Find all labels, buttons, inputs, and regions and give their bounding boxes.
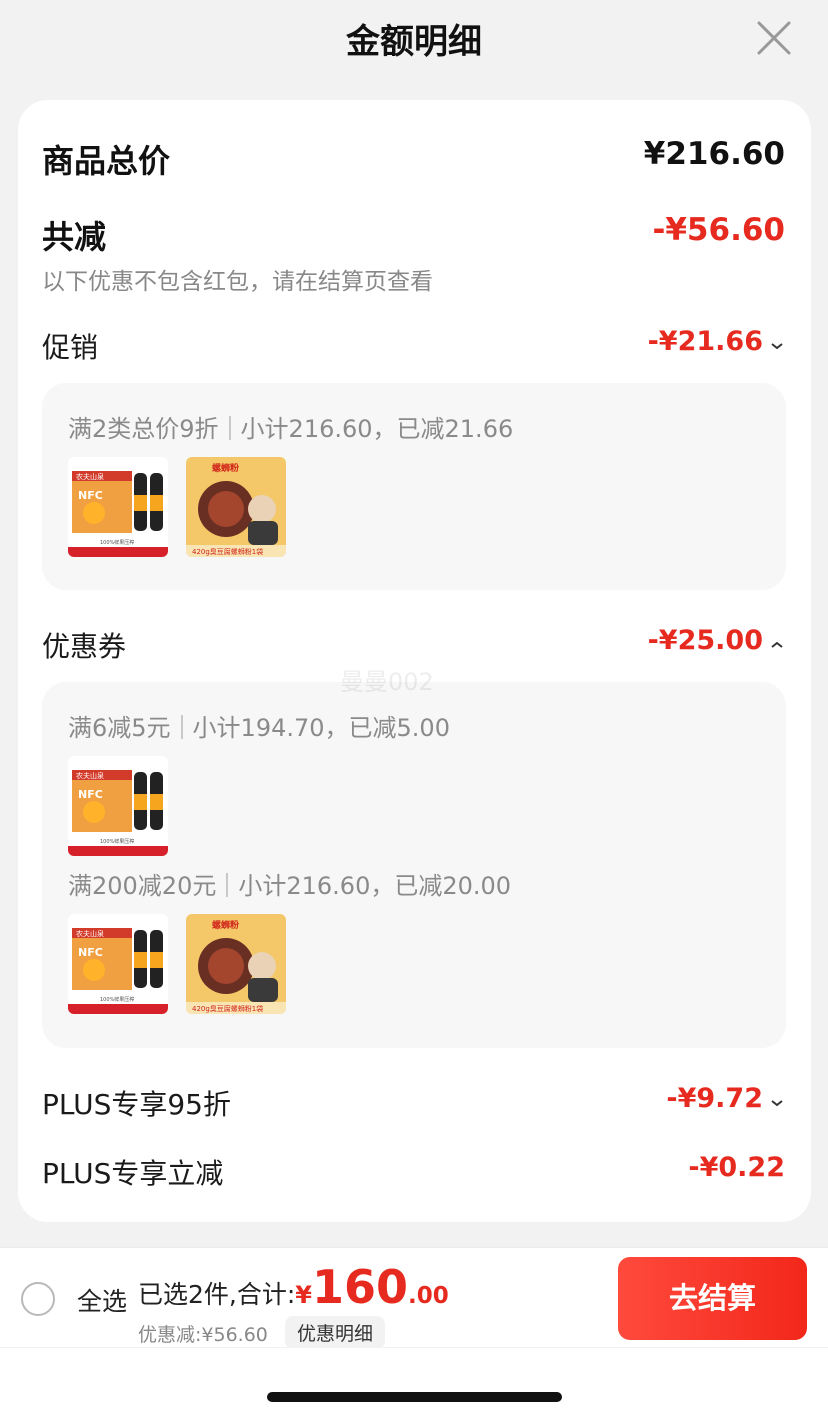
chevron-down-icon[interactable] [769,338,785,354]
chevron-down-icon[interactable] [769,1095,785,1111]
chevron-up-icon[interactable] [769,637,785,653]
coupon-row[interactable]: 优惠券 -¥25.00 [42,625,785,665]
amount-detail-card: 商品总价 ¥216.60 共减 -¥56.60 以下优惠不包含红包，请在结算页查… [18,100,811,1222]
discount-detail-button[interactable]: 优惠明细 [285,1316,386,1349]
juice-caption-text: 100%鲜果压榨 [100,996,134,1003]
select-all-radio[interactable] [21,1282,55,1316]
juice-badge-text: NFC [78,489,103,502]
sheet-title: 金额明细 [346,22,482,62]
discount-text: 优惠减:¥56.60 [138,1324,268,1346]
reduce-note: 以下优惠不包含红包，请在结算页查看 [42,269,433,295]
noodles-headline-text: 螺蛳粉 [212,462,239,474]
rule-name: 满2类总价9折 [68,415,219,443]
noodles-headline-text: 螺蛳粉 [212,919,239,931]
noodles-caption-text: 420g臭豆腐螺蛳粉1袋 [192,1004,263,1013]
goods-total-row: 商品总价 ¥216.60 [42,136,785,180]
juice-brand-text: 农夫山泉 [76,472,104,481]
coupon-rule-1: 满6减5元 小计194.70，已减5.00 [68,708,450,743]
close-icon[interactable] [752,16,796,60]
coupon-rule-2: 满200减20元 小计216.60，已减20.00 [68,866,511,901]
promotion-label: 促销 [42,331,99,364]
plus-95-value: -¥9.72 [666,1083,763,1114]
promotion-detail-box: 满2类总价9折 小计216.60，已减21.66 农夫山泉 NFC 100%鲜果压… [42,383,786,590]
nfc-orange-juice-box-image: 农夫山泉 NFC 100%鲜果压榨 [68,914,168,1014]
goods-total-label: 商品总价 [42,142,171,180]
total-summary: 已选2件,合计:¥160.00 [138,1260,449,1314]
juice-badge-text: NFC [78,788,103,801]
total-reduce-value: -¥56.60 [652,212,786,248]
total-reduce-row: 共减 -¥56.60 [42,212,786,256]
nfc-orange-juice-box-image: 农夫山泉 NFC 100%鲜果压榨 [68,457,168,557]
plus-reduce-label: PLUS专享立减 [42,1157,224,1190]
juice-caption-text: 100%鲜果压榨 [100,838,134,845]
rule-name: 满200减20元 [68,872,217,900]
coupon-detail-box: 满6减5元 小计194.70，已减5.00 农夫山泉 NFC 100%鲜果压榨 满… [42,682,786,1048]
snail-noodles-pack-image: 螺蛳粉 420g臭豆腐螺蛳粉1袋 [186,914,286,1014]
close-button[interactable] [752,16,796,60]
product-thumb-juice[interactable]: 农夫山泉 NFC 100%鲜果压榨 [68,914,168,1014]
rule-name: 满6减5元 [68,714,171,742]
product-thumb-juice[interactable]: 农夫山泉 NFC 100%鲜果压榨 [68,756,168,856]
coupon-label: 优惠券 [42,630,127,663]
total-decimal: .00 [408,1283,449,1309]
juice-badge-text: NFC [78,946,103,959]
plus-95-row[interactable]: PLUS专享95折 -¥9.72 [42,1083,785,1123]
home-indicator[interactable] [267,1392,562,1402]
product-thumb-juice[interactable]: 农夫山泉 NFC 100%鲜果压榨 [68,457,168,557]
promotion-value: -¥21.66 [647,326,763,357]
total-integer: 160 [311,1260,409,1314]
juice-brand-text: 农夫山泉 [76,771,104,780]
rule-subtotal: 小计194.70，已减5.00 [192,714,450,742]
rule-subtotal: 小计216.60，已减21.66 [240,415,514,443]
juice-caption-text: 100%鲜果压榨 [100,539,134,546]
plus-reduce-row: PLUS专享立减 -¥0.22 [42,1152,785,1192]
total-reduce-label: 共减 [42,218,107,256]
promotion-row[interactable]: 促销 -¥21.66 [42,326,785,366]
goods-total-value: ¥216.60 [643,136,785,172]
promotion-rule: 满2类总价9折 小计216.60，已减21.66 [68,409,513,444]
plus-95-label: PLUS专享95折 [42,1088,231,1121]
noodles-caption-text: 420g臭豆腐螺蛳粉1袋 [192,547,263,556]
select-all-label[interactable]: 全选 [77,1282,127,1318]
watermark: 曼曼002 [340,668,434,696]
nfc-orange-juice-box-image: 农夫山泉 NFC 100%鲜果压榨 [68,756,168,856]
selected-count-text: 已选2件,合计: [138,1280,296,1309]
juice-brand-text: 农夫山泉 [76,929,104,938]
product-thumb-noodles[interactable]: 螺蛳粉 420g臭豆腐螺蛳粉1袋 [186,457,286,557]
snail-noodles-pack-image: 螺蛳粉 420g臭豆腐螺蛳粉1袋 [186,457,286,557]
checkout-bar: 全选 已选2件,合计:¥160.00 优惠减:¥56.60 优惠明细 去结算 [0,1247,828,1349]
checkout-button[interactable]: 去结算 [618,1257,807,1340]
plus-reduce-value: -¥0.22 [688,1152,785,1183]
rule-subtotal: 小计216.60，已减20.00 [238,872,512,900]
sheet-header: 金额明细 [0,0,828,80]
coupon-value: -¥25.00 [647,625,763,656]
product-thumb-noodles[interactable]: 螺蛳粉 420g臭豆腐螺蛳粉1袋 [186,914,286,1014]
currency-symbol: ¥ [295,1281,312,1309]
home-indicator-area [0,1348,828,1420]
